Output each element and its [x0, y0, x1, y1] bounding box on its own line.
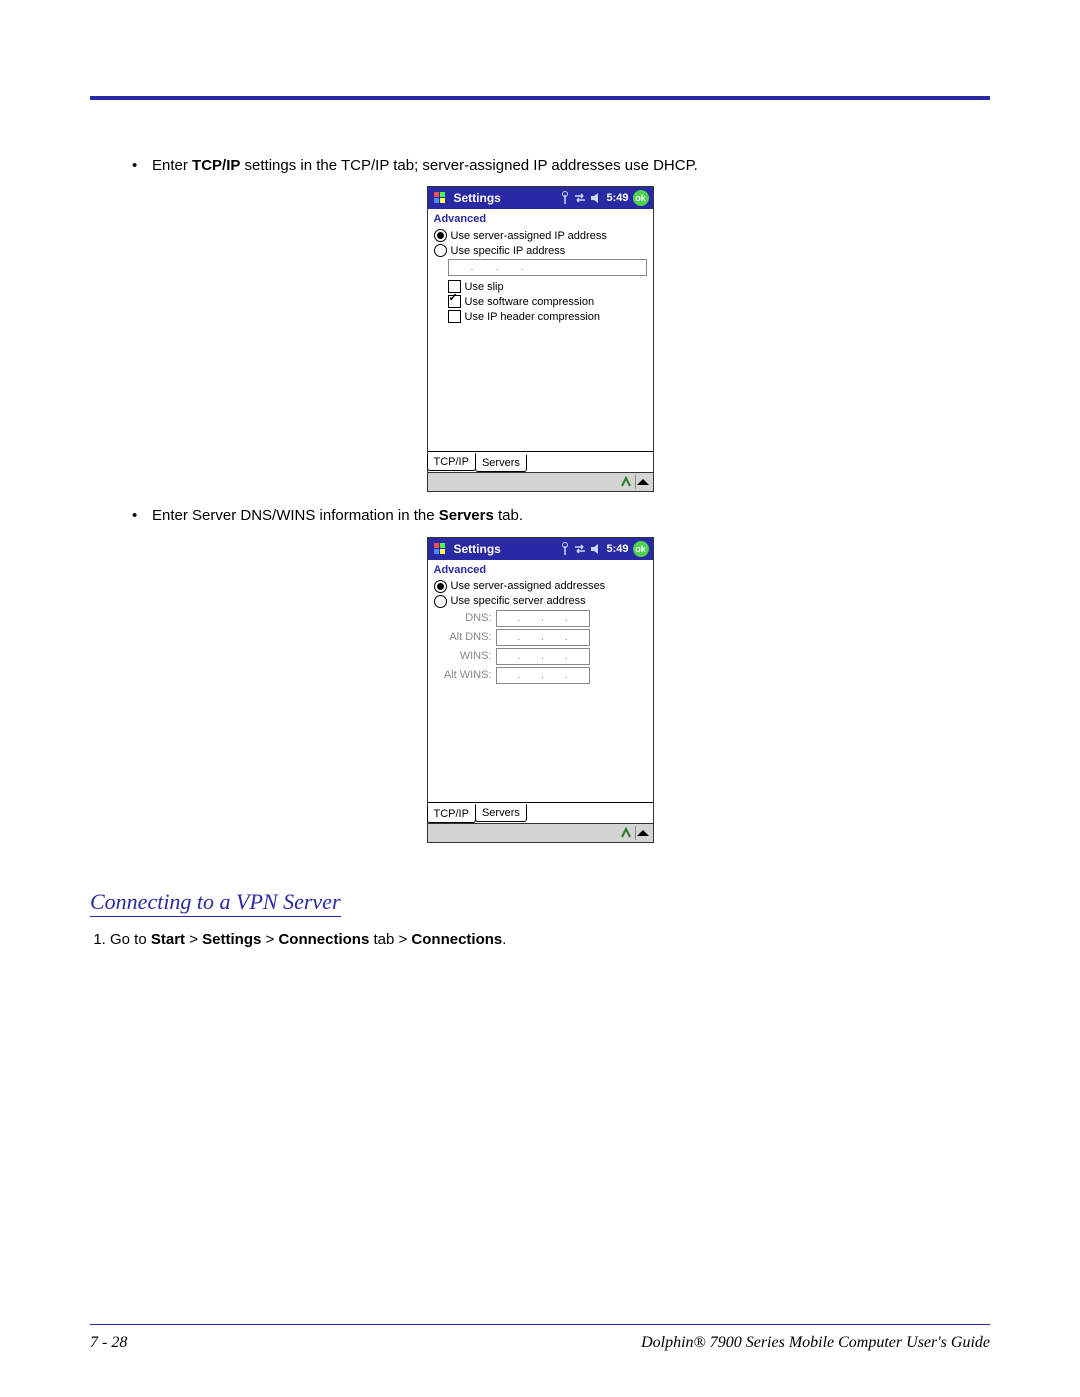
- label-wins: WINS:: [434, 650, 496, 662]
- label-dns: DNS:: [434, 612, 496, 624]
- start-icon[interactable]: [432, 541, 448, 557]
- radio-specific-server[interactable]: Use specific server address: [434, 595, 647, 608]
- signal-icon[interactable]: [560, 191, 570, 205]
- radio-server-ip[interactable]: Use server-assigned IP address: [434, 229, 647, 242]
- tab-servers[interactable]: Servers: [475, 455, 527, 472]
- clock: 5:49: [606, 192, 628, 204]
- sip-bar: [428, 823, 653, 842]
- label-altwins: Alt WINS:: [434, 669, 496, 681]
- start-icon[interactable]: [432, 190, 448, 206]
- connection-icon[interactable]: [574, 193, 586, 203]
- input-dns[interactable]: ...: [496, 610, 590, 627]
- clock: 5:49: [606, 543, 628, 555]
- advanced-heading: Advanced: [434, 213, 647, 225]
- step-1: Go to Start > Settings > Connections tab…: [110, 931, 990, 948]
- title-bar: Settings 5:49 ok: [428, 538, 653, 560]
- footer-rule: [90, 1324, 990, 1326]
- ip-input[interactable]: ...: [448, 259, 647, 276]
- tab-tcpip[interactable]: TCP/IP: [427, 453, 476, 471]
- bullet-servers: Enter Server DNS/WINS information in the…: [132, 506, 990, 526]
- title-text: Settings: [454, 542, 561, 556]
- input-altwins[interactable]: ...: [496, 667, 590, 684]
- bullet-tcpip: Enter TCP/IP settings in the TCP/IP tab;…: [132, 156, 990, 176]
- section-heading-vpn: Connecting to a VPN Server: [90, 889, 341, 917]
- ok-button[interactable]: ok: [633, 541, 649, 557]
- top-rule: [90, 96, 990, 100]
- radio-server-addresses[interactable]: Use server-assigned addresses: [434, 580, 647, 593]
- speaker-icon[interactable]: [590, 192, 602, 204]
- input-altdns[interactable]: ...: [496, 629, 590, 646]
- checkbox-ip-header-compression[interactable]: Use IP header compression: [448, 310, 647, 323]
- tab-strip: TCP/IP Servers: [428, 802, 653, 823]
- sip-bar: [428, 472, 653, 491]
- connection-icon[interactable]: [574, 544, 586, 554]
- keyboard-button[interactable]: [618, 474, 651, 490]
- tab-servers[interactable]: Servers: [475, 804, 527, 822]
- ok-button[interactable]: ok: [633, 190, 649, 206]
- checkbox-sw-compression[interactable]: Use software compression: [448, 295, 647, 308]
- book-title: Dolphin® 7900 Series Mobile Computer Use…: [641, 1334, 990, 1352]
- label-altdns: Alt DNS:: [434, 631, 496, 643]
- screenshot-servers: Settings 5:49 ok Advanced Use server-ass…: [427, 537, 654, 843]
- checkbox-slip[interactable]: Use slip: [448, 280, 647, 293]
- signal-icon[interactable]: [560, 542, 570, 556]
- tab-strip: TCP/IP Servers: [428, 451, 653, 472]
- title-bar: Settings 5:49 ok: [428, 187, 653, 209]
- keyboard-button[interactable]: [618, 825, 651, 841]
- tab-tcpip[interactable]: TCP/IP: [427, 806, 476, 823]
- page-number: 7 - 28: [90, 1334, 127, 1352]
- advanced-heading: Advanced: [434, 564, 647, 576]
- screenshot-tcpip: Settings 5:49 ok Advanced Use server-ass…: [427, 186, 654, 492]
- radio-specific-ip[interactable]: Use specific IP address: [434, 244, 647, 257]
- speaker-icon[interactable]: [590, 543, 602, 555]
- input-wins[interactable]: ...: [496, 648, 590, 665]
- title-text: Settings: [454, 191, 561, 205]
